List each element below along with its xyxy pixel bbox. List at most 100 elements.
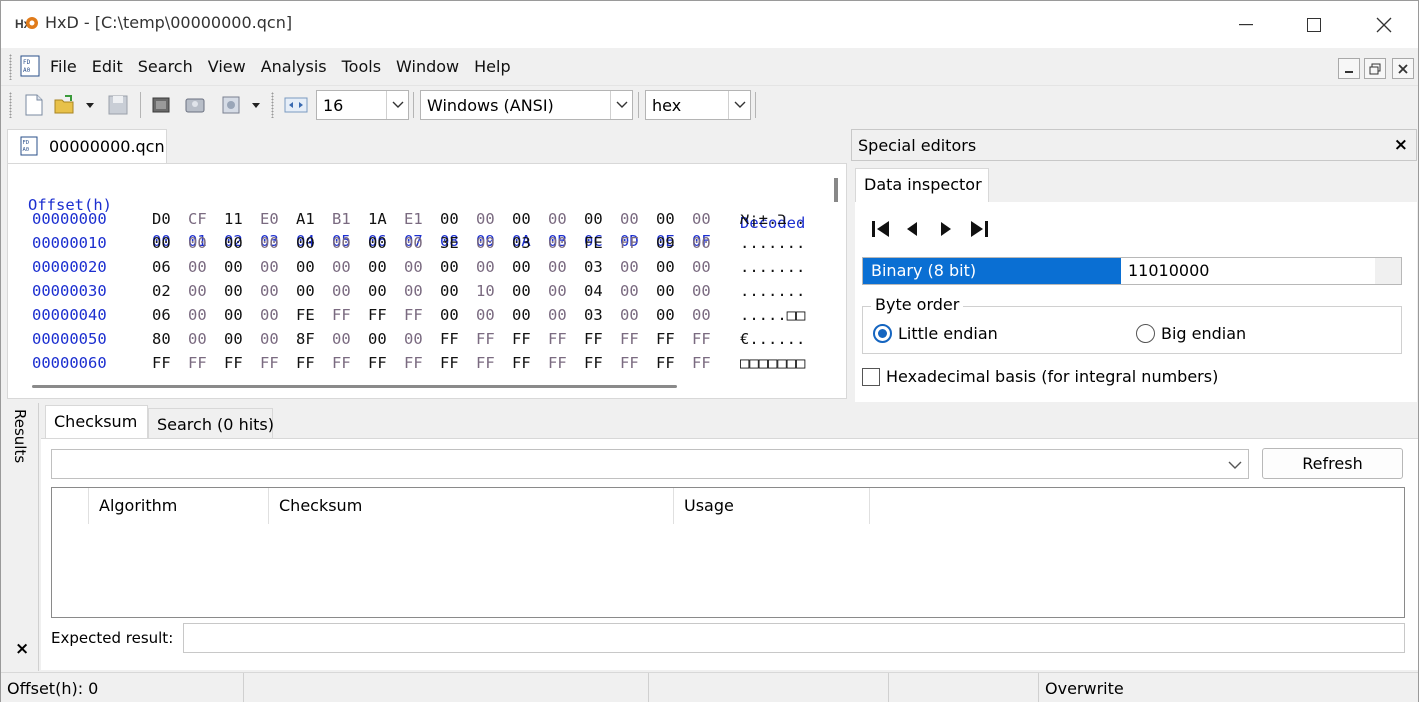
hex-byte[interactable]: FF (260, 354, 286, 372)
menu-grip[interactable] (9, 54, 12, 80)
hex-byte[interactable]: 00 (620, 282, 646, 300)
hex-byte[interactable]: FF (692, 354, 718, 372)
hex-byte[interactable]: 00 (656, 306, 682, 324)
special-editors-close-icon[interactable]: × (1394, 135, 1408, 155)
hex-byte[interactable]: 00 (620, 258, 646, 276)
hex-byte[interactable]: 00 (656, 210, 682, 228)
big-endian-radio[interactable]: Big endian (1136, 324, 1246, 343)
tab-search-hits[interactable]: Search (0 hits) (148, 408, 274, 439)
first-button[interactable] (867, 218, 893, 240)
mdi-close-button[interactable] (1392, 58, 1414, 79)
hex-byte[interactable]: 00 (332, 234, 358, 252)
hex-byte[interactable]: 3E (440, 234, 466, 252)
hex-byte[interactable]: FF (656, 354, 682, 372)
hex-byte[interactable]: 00 (548, 282, 574, 300)
hex-byte[interactable]: 00 (692, 306, 718, 324)
menu-search[interactable]: Search (138, 57, 193, 76)
hex-byte[interactable]: 00 (440, 258, 466, 276)
hex-byte[interactable]: 00 (224, 258, 250, 276)
inspector-row[interactable]: Binary (8 bit) 11010000 (862, 257, 1402, 285)
menu-tools[interactable]: Tools (342, 57, 381, 76)
hex-byte[interactable]: FF (440, 330, 466, 348)
hex-byte[interactable]: FF (584, 354, 610, 372)
menu-edit[interactable]: Edit (92, 57, 123, 76)
row-decoded-text[interactable]: ....... (740, 282, 830, 300)
toolbar-grip[interactable] (9, 92, 12, 118)
document-tab[interactable]: FD A0 00000000.qcn (7, 129, 167, 163)
hex-byte[interactable]: 03 (584, 258, 610, 276)
checksum-grid[interactable]: Algorithm Checksum Usage (51, 487, 1405, 618)
hex-byte[interactable]: FF (332, 306, 358, 324)
expected-result-input[interactable] (183, 623, 1405, 653)
hex-byte[interactable]: 00 (656, 258, 682, 276)
disk-image-dropdown-icon[interactable] (249, 93, 263, 117)
hex-byte[interactable]: 00 (188, 258, 214, 276)
hex-byte[interactable]: 00 (692, 282, 718, 300)
hex-row[interactable]: 00000000 D0 CF 11 E0 A1 B1 1A E1 00 00 00 00 00 00 00 00… (8, 210, 846, 234)
hex-byte[interactable]: FF (512, 354, 538, 372)
tab-checksum[interactable]: Checksum (45, 405, 148, 439)
hex-byte[interactable]: FF (584, 330, 610, 348)
hex-byte[interactable]: 00 (368, 258, 394, 276)
horizontal-scroll-thumb[interactable] (32, 385, 677, 388)
hex-byte[interactable]: 00 (332, 258, 358, 276)
hex-byte[interactable]: FF (548, 354, 574, 372)
hex-byte[interactable]: 00 (260, 330, 286, 348)
hex-row[interactable]: 00000020 06 00 00 00 00 00 00 00 00 00 00 00 03 00 00 00… (8, 258, 846, 282)
hex-byte[interactable]: FF (368, 354, 394, 372)
hex-byte[interactable]: FF (296, 354, 322, 372)
close-button[interactable] (1350, 1, 1418, 48)
mdi-restore-button[interactable] (1364, 58, 1386, 79)
hex-byte[interactable]: 00 (440, 282, 466, 300)
hex-byte[interactable]: 00 (188, 306, 214, 324)
hex-byte[interactable]: 09 (656, 234, 682, 252)
hex-byte[interactable]: FF (404, 354, 430, 372)
hex-byte[interactable]: 80 (152, 330, 178, 348)
hex-row[interactable]: 00000050 80 00 00 00 8F 00 00 00 FF FF FF FF FF FF FF FF… (8, 330, 846, 354)
hex-byte[interactable]: 00 (584, 210, 610, 228)
hex-byte[interactable]: 00 (620, 210, 646, 228)
row-decoded-text[interactable]: □□□□□□□ (740, 354, 830, 372)
hex-byte[interactable]: FF (656, 330, 682, 348)
hex-byte[interactable]: 00 (440, 306, 466, 324)
hex-byte[interactable]: FE (296, 306, 322, 324)
inspector-value-cell[interactable]: 11010000 (1128, 261, 1209, 280)
hex-byte[interactable]: FF (368, 306, 394, 324)
results-close-icon[interactable]: × (15, 639, 29, 659)
menu-view[interactable]: View (208, 57, 246, 76)
hex-byte[interactable]: 00 (188, 330, 214, 348)
hex-byte[interactable]: 00 (224, 282, 250, 300)
hex-byte[interactable]: FF (224, 354, 250, 372)
hex-byte[interactable]: 03 (512, 234, 538, 252)
next-button[interactable] (933, 218, 959, 240)
hex-byte[interactable]: FF (404, 306, 430, 324)
hex-byte[interactable]: E0 (260, 210, 286, 228)
menu-analysis[interactable]: Analysis (261, 57, 327, 76)
hex-byte[interactable]: 00 (548, 210, 574, 228)
hex-byte[interactable]: 00 (440, 210, 466, 228)
hex-byte[interactable]: 00 (512, 306, 538, 324)
hex-byte[interactable]: 00 (548, 306, 574, 324)
save-icon[interactable] (106, 93, 130, 117)
hex-byte[interactable]: 00 (260, 306, 286, 324)
hex-byte[interactable]: 00 (332, 282, 358, 300)
hex-byte[interactable]: E1 (404, 210, 430, 228)
row-decoded-text[interactable]: .....□□ (740, 306, 830, 324)
hex-byte[interactable]: FF (512, 330, 538, 348)
hex-byte[interactable]: FF (620, 330, 646, 348)
hex-byte[interactable]: FF (548, 330, 574, 348)
hex-byte[interactable]: 00 (620, 306, 646, 324)
open-folder-icon[interactable] (53, 93, 77, 117)
hex-byte[interactable]: 00 (512, 210, 538, 228)
hex-byte[interactable]: FF (620, 234, 646, 252)
hex-byte[interactable]: 00 (332, 330, 358, 348)
results-side-tab[interactable]: Results × (3, 403, 39, 671)
hex-row[interactable]: 00000040 06 00 00 00 FE FF FF FF 00 00 00 00 03 00 00 00… (8, 306, 846, 330)
hex-byte[interactable]: 00 (404, 330, 430, 348)
new-file-icon[interactable] (22, 93, 46, 117)
hex-byte[interactable]: 00 (368, 330, 394, 348)
hex-byte[interactable]: 00 (152, 234, 178, 252)
hex-byte[interactable]: 00 (404, 234, 430, 252)
ram-icon[interactable] (149, 93, 173, 117)
hex-byte[interactable]: CF (188, 210, 214, 228)
